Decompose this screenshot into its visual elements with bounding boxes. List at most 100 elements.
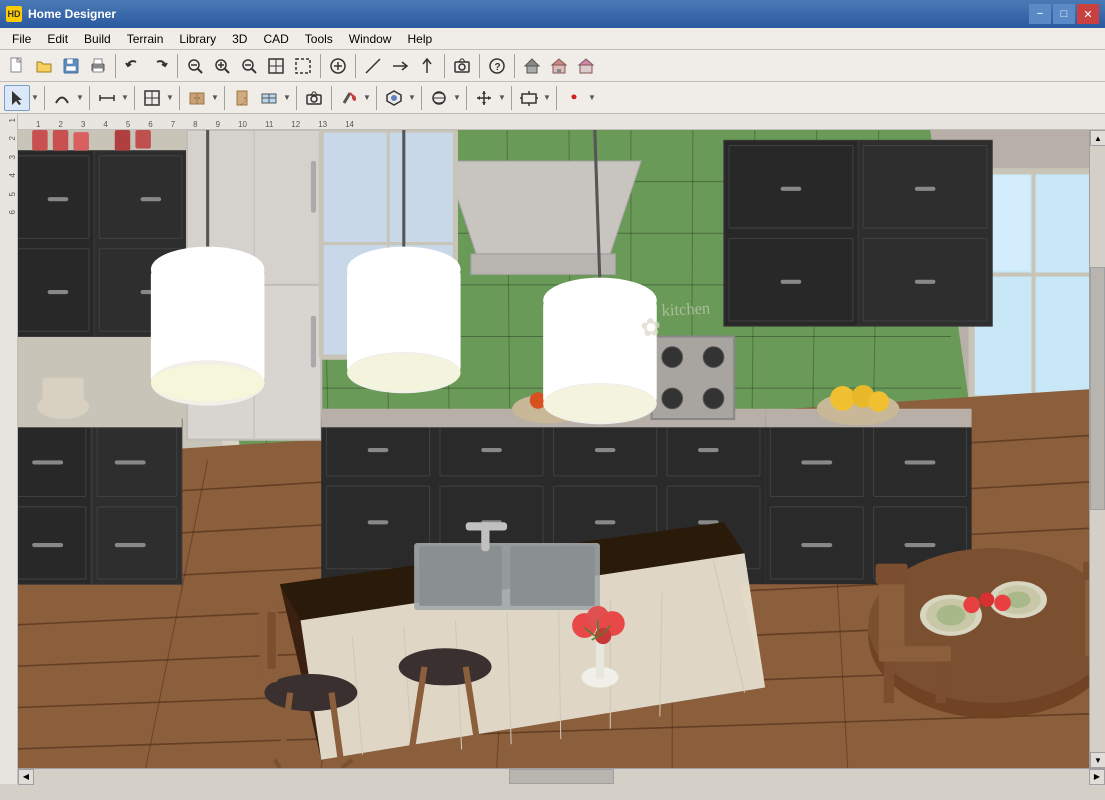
minimize-button[interactable]: − [1029, 4, 1051, 24]
window-tool-group: ▼ [256, 85, 292, 111]
canvas-container: 1 2 3 4 5 6 7 8 9 10 11 12 13 14 [18, 114, 1105, 784]
sep-t2-9 [421, 86, 422, 110]
scroll-left-button[interactable]: ◀ [18, 769, 34, 785]
scroll-h-thumb[interactable] [509, 769, 615, 784]
zoom-in-button[interactable] [209, 53, 235, 79]
horizontal-scrollbar[interactable]: ◀ ▶ [18, 768, 1105, 784]
record-tool-group: ⏺ ▼ [561, 85, 597, 111]
record-arrow[interactable]: ▼ [587, 85, 597, 111]
vertical-scrollbar[interactable]: ▲ ▼ [1089, 130, 1105, 768]
paint-tool-button[interactable] [336, 85, 362, 111]
kitchen-svg: ✿ kitchen [18, 130, 1089, 768]
fit-button[interactable] [263, 53, 289, 79]
cabinet-tool-arrow[interactable]: ▼ [210, 85, 220, 111]
door-button[interactable] [229, 85, 255, 111]
3d-viewport[interactable]: ✿ kitchen [18, 130, 1089, 768]
zoom-out-button[interactable] [236, 53, 262, 79]
menu-item-build[interactable]: Build [76, 30, 119, 48]
line-button[interactable] [360, 53, 386, 79]
select-tool-button[interactable] [4, 85, 30, 111]
select-region-button[interactable] [290, 53, 316, 79]
house-button[interactable] [546, 53, 572, 79]
menu-item-terrain[interactable]: Terrain [119, 30, 172, 48]
house2-button[interactable] [573, 53, 599, 79]
redo-button[interactable] [147, 53, 173, 79]
up-arrow-button[interactable] [414, 53, 440, 79]
arc-tool-button[interactable] [49, 85, 75, 111]
sep-t2-7 [331, 86, 332, 110]
menu-item-cad[interactable]: CAD [255, 30, 296, 48]
help-button[interactable]: ? [484, 53, 510, 79]
arrow-button[interactable] [387, 53, 413, 79]
object-tool-button[interactable] [426, 85, 452, 111]
roof-button[interactable] [519, 53, 545, 79]
scroll-down-button[interactable]: ▼ [1090, 752, 1105, 768]
record-button[interactable]: ⏺ [561, 85, 587, 111]
sep-6 [479, 54, 480, 78]
add-button[interactable] [325, 53, 351, 79]
measure-tool-arrow[interactable]: ▼ [120, 85, 130, 111]
material-tool-button[interactable] [381, 85, 407, 111]
main-area: 1 2 3 4 5 6 1 2 3 4 5 6 7 8 9 10 11 12 1… [0, 114, 1105, 784]
print-button[interactable] [85, 53, 111, 79]
maximize-button[interactable]: □ [1053, 4, 1075, 24]
sep-t2-8 [376, 86, 377, 110]
cabinet-tool-group: ▼ [184, 85, 220, 111]
sep-t2-10 [466, 86, 467, 110]
ruler-v-mark: 4 [8, 173, 17, 177]
select-tool-arrow[interactable]: ▼ [30, 85, 40, 111]
photo-button[interactable] [449, 53, 475, 79]
cabinet-tool-button[interactable] [184, 85, 210, 111]
ruler-v-mark: 2 [8, 136, 17, 140]
sep-t2-4 [179, 86, 180, 110]
floor-plan-arrow[interactable]: ▼ [165, 85, 175, 111]
svg-text:kitchen: kitchen [661, 298, 711, 320]
open-button[interactable] [31, 53, 57, 79]
close-button[interactable]: ✕ [1077, 4, 1099, 24]
scroll-up-button[interactable]: ▲ [1090, 130, 1105, 146]
zoom-small-button[interactable] [182, 53, 208, 79]
ruler-v-mark: 3 [8, 155, 17, 159]
material-tool-group: ▼ [381, 85, 417, 111]
sep-7 [514, 54, 515, 78]
window-tool-arrow[interactable]: ▼ [282, 85, 292, 111]
kitchen-scene: ✿ kitchen [18, 130, 1089, 768]
ruler-v-mark: 1 [8, 118, 17, 122]
floor-plan-button[interactable] [139, 85, 165, 111]
undo-button[interactable] [120, 53, 146, 79]
menu-item-file[interactable]: File [4, 30, 39, 48]
save-button[interactable] [58, 53, 84, 79]
scroll-v-thumb[interactable] [1090, 267, 1105, 509]
menu-item-window[interactable]: Window [341, 30, 400, 48]
arc-tool-arrow[interactable]: ▼ [75, 85, 85, 111]
transform-tool-button[interactable] [471, 85, 497, 111]
measure-tool-button[interactable] [94, 85, 120, 111]
window-tool-button[interactable] [256, 85, 282, 111]
menu-item-tools[interactable]: Tools [297, 30, 341, 48]
nav-tool-button[interactable] [516, 85, 542, 111]
menu-item-help[interactable]: Help [399, 30, 440, 48]
nav-tool-arrow[interactable]: ▼ [542, 85, 552, 111]
menu-item-3d[interactable]: 3D [224, 30, 255, 48]
menu-bar: File Edit Build Terrain Library 3D CAD T… [0, 28, 1105, 50]
sep-t2-2 [89, 86, 90, 110]
menu-item-library[interactable]: Library [171, 30, 224, 48]
camera-button[interactable] [301, 85, 327, 111]
ruler-horizontal: 1 2 3 4 5 6 7 8 9 10 11 12 13 14 [18, 114, 1105, 130]
scroll-right-button[interactable]: ▶ [1089, 769, 1105, 785]
scroll-h-track[interactable] [34, 769, 1089, 784]
paint-tool-arrow[interactable]: ▼ [362, 85, 372, 111]
sep-5 [444, 54, 445, 78]
sep-t2-1 [44, 86, 45, 110]
material-tool-arrow[interactable]: ▼ [407, 85, 417, 111]
sep-2 [177, 54, 178, 78]
menu-item-edit[interactable]: Edit [39, 30, 76, 48]
new-button[interactable] [4, 53, 30, 79]
object-tool-arrow[interactable]: ▼ [452, 85, 462, 111]
scroll-v-track[interactable] [1090, 146, 1105, 752]
floor-plan-group: ▼ [139, 85, 175, 111]
transform-tool-arrow[interactable]: ▼ [497, 85, 507, 111]
sep-3 [320, 54, 321, 78]
ruler-v-mark: 6 [8, 210, 17, 214]
ruler-v-mark: 5 [8, 192, 17, 196]
